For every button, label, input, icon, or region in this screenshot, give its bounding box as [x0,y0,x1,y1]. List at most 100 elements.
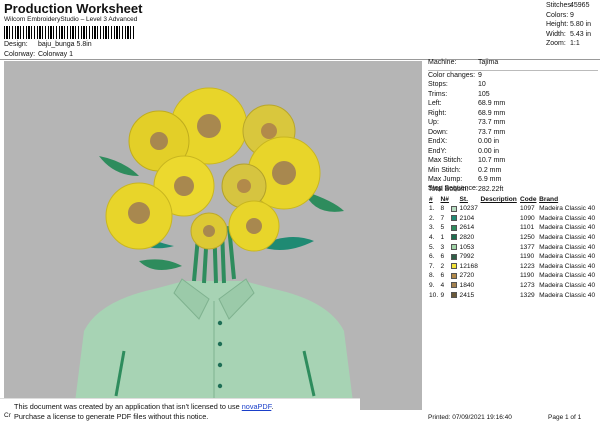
needle-number: 2 [440,262,445,270]
thread-brand: Madeira Classic 40 [539,224,596,232]
stat-label: Width: [546,30,566,38]
thread-brand: Madeira Classic 40 [539,253,596,261]
stop-number: 7. [429,262,435,270]
info-label: EndY: [428,147,447,155]
notice-line1: This document was created by an applicat… [14,402,360,412]
table-row: 5. 3 1053 1377 Madeira Classic 40 [428,242,598,252]
table-row: 1. 8 10237 1097 Madeira Classic 40 [428,204,598,214]
thread-color-icon [451,253,458,260]
stitch-count: 2820 [459,234,475,242]
description [480,271,519,281]
thread-code: 1090 [520,214,535,222]
stop-number: 1. [429,205,435,213]
thread-code: 1329 [520,291,535,299]
info-label: Min Stitch: [428,166,461,174]
info-value: 73.7 mm [478,128,506,136]
sunflower [190,212,228,250]
description [480,242,519,252]
thread-code: 1190 [520,272,535,280]
info-value: 68.9 mm [478,109,506,117]
stat-value: 5.43 in [570,30,592,38]
description [480,252,519,262]
stitch-count: 2614 [459,224,475,232]
thread-color-icon [451,291,458,298]
thread-color-icon [451,215,458,222]
colorway-value: Colorway 1 [37,51,73,58]
info-row: Stops: 10 [428,81,598,91]
stop-number: 3. [429,224,435,232]
table-row: 9. 4 1840 1273 Madeira Classic 40 [428,281,598,291]
color-swatch [450,223,458,233]
info-row: Up: 73.7 mm [428,119,598,129]
thread-brand: Madeira Classic 40 [539,205,596,213]
description [480,223,519,233]
printed-date: Printed: 07/09/2021 19:16:40 [428,414,512,421]
colorway-label: Colorway: [4,51,36,58]
needle-number: 4 [440,282,445,290]
thread-code: 1101 [520,224,535,232]
needle-number: 7 [440,214,445,222]
thread-brand: Madeira Classic 40 [539,282,596,290]
stat-row: Colors: 9 [546,12,598,22]
novapdf-link[interactable]: novaPDF [242,402,272,411]
thread-brand: Madeira Classic 40 [539,234,596,242]
color-swatch [450,204,458,214]
design-label: Design: [4,41,28,48]
info-label: Max Stitch: [428,157,463,164]
info-value: 105 [478,90,490,98]
needle-number: 3 [440,243,445,251]
stat-label: Zoom: [546,40,566,48]
thread-code: 1377 [520,243,535,251]
description [480,204,519,214]
info-label: EndX: [428,138,448,145]
info-label: Trims: [428,90,448,98]
thread-brand: Madeira Classic 40 [539,243,596,251]
info-label: Left: [428,100,442,107]
thread-color-icon [451,272,458,279]
stitch-count: 1053 [459,243,475,251]
info-row: Down: 73.7 mm [428,129,598,139]
shirt-button [217,341,223,347]
color-swatch [450,262,458,272]
col-header: # [429,196,433,203]
license-notice: This document was created by an applicat… [0,398,360,424]
colorway-row: Colorway: Colorway 1 [4,51,73,58]
description [480,281,519,291]
thread-code: 1097 [520,205,535,213]
needle-number: 6 [440,253,445,261]
color-swatch [450,281,458,291]
design-value: baju_bunga 5.8in [37,41,92,48]
shirt-button [217,362,223,368]
col-header: Brand [539,196,559,203]
info-label: Machine: [428,59,457,66]
stop-sequence-title: Stop Sequence: [428,185,478,192]
thread-code: 1223 [520,262,535,270]
needle-number: 9 [440,291,445,299]
info-value: 6.9 mm [478,176,502,183]
stop-number: 10. [429,291,439,299]
info-value: 73.7 mm [478,119,506,126]
col-header [450,195,458,204]
color-swatch [450,290,458,300]
info-row: Machine: Tajima [428,59,598,69]
thread-code: 1190 [520,253,535,261]
info-row: Max Stitch: 10.7 mm [428,157,598,167]
stop-number: 5. [429,243,435,251]
table-row: 2. 7 2104 1090 Madeira Classic 40 [428,214,598,224]
info-value: 282.22ft [478,185,504,193]
divider [428,69,598,71]
thread-color-icon [451,234,458,241]
col-header: Description [480,196,517,203]
design-preview [4,61,422,410]
thread-brand: Madeira Classic 40 [539,262,596,270]
info-label: Up: [428,119,439,126]
info-row: EndX: 0.00 in [428,138,598,148]
thread-brand: Madeira Classic 40 [539,272,596,280]
needle-number: 8 [440,205,445,213]
stat-value: 9 [570,11,574,19]
thread-brand: Madeira Classic 40 [539,214,596,222]
stat-label: Stitches: [546,2,573,9]
info-row: Min Stitch: 0.2 mm [428,167,598,177]
thread-color-icon [451,224,458,231]
info-value: 9 [478,71,482,79]
